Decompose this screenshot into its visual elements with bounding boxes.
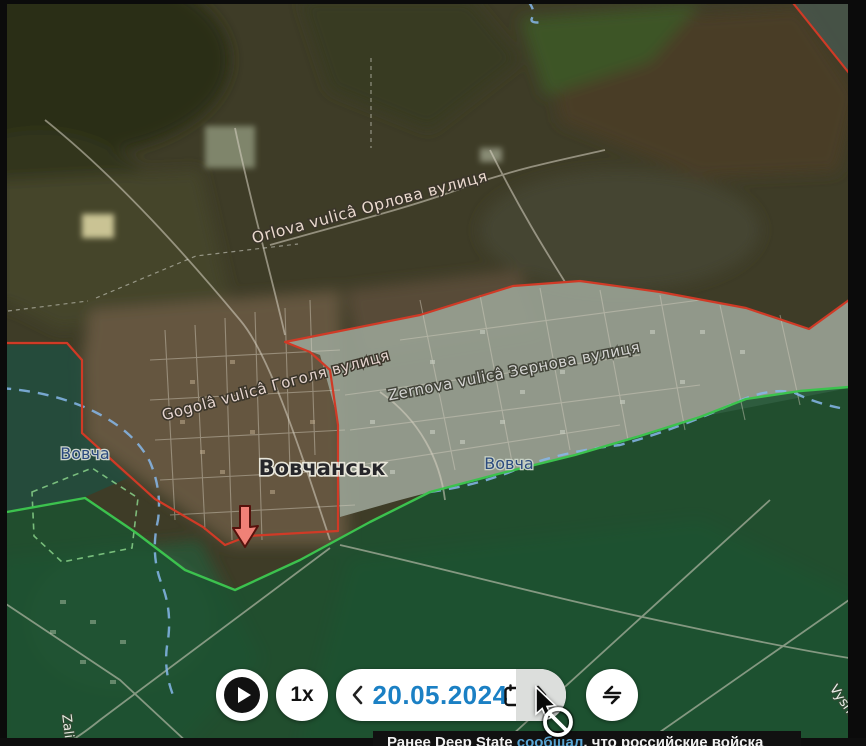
city-label: Вовчанськ [259, 456, 386, 480]
frame-bar-top [0, 0, 866, 4]
date-picker-pill: 20.05.2024 [336, 669, 566, 721]
frame-bar-right [848, 0, 866, 746]
date-input[interactable]: 20.05.2024 [376, 669, 504, 721]
swap-arrows-icon [597, 680, 627, 710]
river-label-west: Вовча [60, 444, 109, 463]
play-icon [223, 676, 261, 714]
caption-text-1: Ранее Deep State [387, 734, 517, 746]
chevron-left-icon [351, 684, 365, 706]
caption-text-2: , что российские войска [583, 734, 763, 746]
video-frame: Orlova vulicâ Орлова вулиця Gogolâ vulic… [0, 0, 866, 746]
news-caption: Ранее Deep State сообщал, что российские… [373, 731, 801, 746]
compare-button[interactable] [586, 669, 638, 721]
play-button[interactable] [216, 669, 268, 721]
speed-label: 1x [290, 683, 313, 707]
next-day-button[interactable] [516, 669, 566, 721]
map-canvas[interactable]: Orlova vulicâ Орлова вулиця Gogolâ vulic… [0, 0, 866, 746]
frame-bar-left [0, 0, 7, 746]
caption-link: сообщал [517, 734, 584, 746]
river-label-east: Вовча [484, 454, 533, 473]
speed-button[interactable]: 1x [276, 669, 328, 721]
chevron-right-icon [534, 684, 548, 706]
timeline-controls: 1x 20.05.2024 [0, 669, 866, 721]
